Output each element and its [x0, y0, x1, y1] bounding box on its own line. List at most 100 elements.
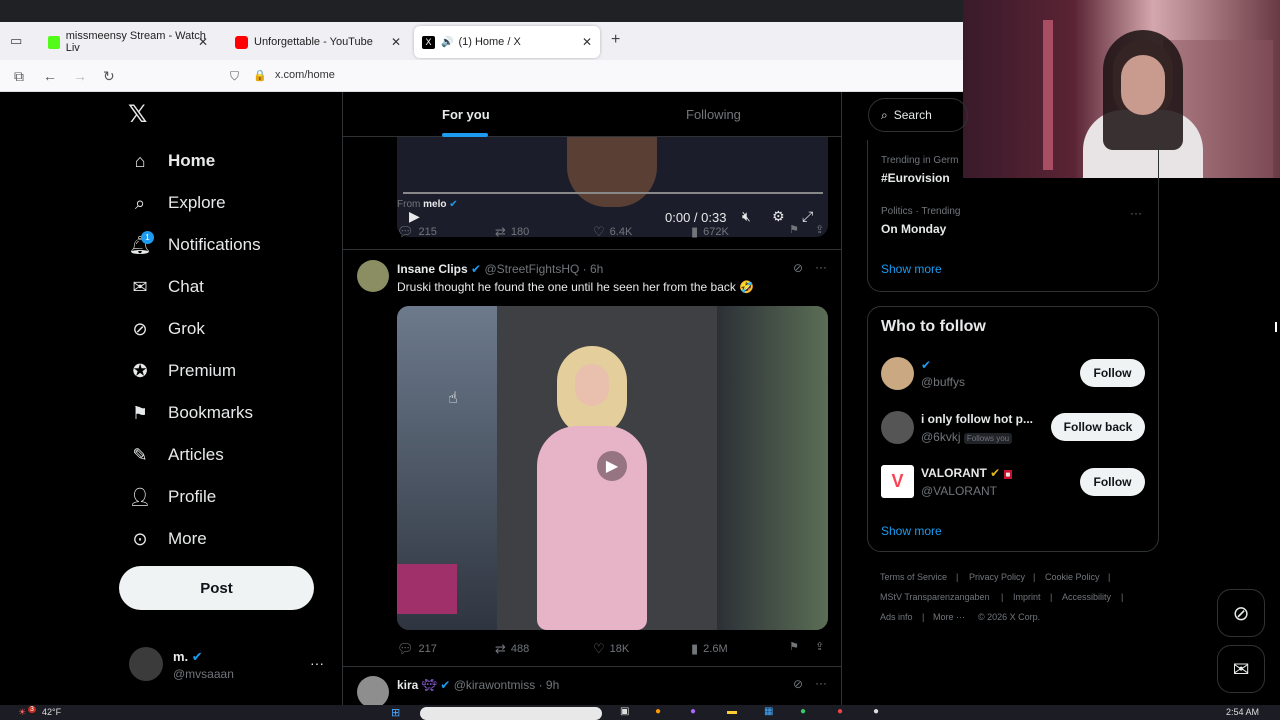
account-handle[interactable]: @6kvkj — [921, 430, 961, 444]
grok-icon[interactable]: ⊘ — [793, 261, 803, 275]
share-icon[interactable]: ⇪ — [815, 640, 824, 653]
shield-icon[interactable]: ⛉ — [230, 69, 239, 84]
settings-icon[interactable]: ⚙ — [772, 208, 785, 225]
post-menu-icon[interactable]: ··· — [815, 676, 827, 690]
avatar[interactable] — [881, 411, 914, 444]
sidebar-item-chat[interactable]: ✉ Chat — [128, 267, 203, 307]
avatar[interactable] — [129, 647, 163, 681]
messages-icon[interactable]: ✉ — [1217, 645, 1265, 693]
reply-button[interactable]: 💬︎ 217 — [397, 641, 437, 657]
sidebar-item-articles[interactable]: ✎ Articles — [128, 435, 223, 475]
post-button[interactable]: Post — [119, 566, 314, 610]
trend-menu-icon[interactable]: ··· — [1130, 206, 1142, 220]
author-name[interactable]: Insane Clips — [397, 262, 468, 276]
account-handle[interactable]: @buffys — [921, 375, 965, 389]
valorant-logo-icon[interactable]: V — [881, 465, 914, 498]
play-icon[interactable]: ▶ — [597, 451, 627, 481]
show-more-link[interactable]: Show more — [881, 262, 942, 276]
sidebar-toggle-icon[interactable]: ⧉ — [14, 68, 24, 85]
like-button[interactable]: ♡ 6.4K — [593, 224, 632, 240]
tab-for-you[interactable]: For you — [442, 107, 490, 122]
follow-button[interactable]: Follow — [1080, 359, 1145, 387]
discord-icon[interactable]: ● — [690, 706, 696, 717]
footer-link[interactable]: Ads info — [880, 612, 913, 622]
x-logo-icon[interactable]: 𝕏 — [128, 100, 147, 129]
post-age[interactable]: · 9h — [539, 678, 560, 692]
fullscreen-icon[interactable]: ⤢ — [802, 208, 813, 225]
views-button[interactable]: ▮ 2.6M — [691, 641, 728, 657]
author-handle[interactable]: @StreetFightsHQ — [484, 262, 579, 276]
trend-title[interactable]: On Monday — [881, 222, 946, 236]
footer-link[interactable]: Imprint — [1013, 592, 1041, 602]
tab-youtube[interactable]: Unforgettable - YouTube ✕ — [227, 26, 409, 58]
scrollbar-thumb[interactable] — [1275, 322, 1277, 332]
bookmark-icon[interactable]: ⚑ — [789, 223, 799, 236]
source-name[interactable]: melo — [423, 199, 446, 210]
account-name[interactable]: VALORANT ✔ ■ — [921, 466, 1013, 480]
sidebar-item-bookmarks[interactable]: ⚑ Bookmarks — [128, 393, 253, 433]
taskbar-search[interactable] — [420, 707, 602, 720]
footer-link[interactable]: Privacy Policy — [969, 572, 1025, 582]
edge-icon[interactable]: ● — [800, 706, 806, 717]
forward-icon[interactable]: → — [73, 68, 87, 84]
sidebar-item-more[interactable]: ⊙ More — [128, 519, 206, 559]
account-name[interactable]: ✔ — [921, 358, 931, 372]
temperature[interactable]: 42°F — [42, 707, 61, 717]
sidebar-item-notifications[interactable]: 🔔︎ 1 Notifications — [128, 225, 261, 265]
volume-icon[interactable]: 🔇︎ — [742, 208, 751, 225]
footer-link[interactable]: Cookie Policy — [1045, 572, 1100, 582]
back-icon[interactable]: ← — [43, 68, 57, 84]
follow-button[interactable]: Follow — [1080, 468, 1145, 496]
share-icon[interactable]: ⇪ — [815, 223, 824, 236]
repost-button[interactable]: ⇄ 180 — [495, 224, 529, 240]
bookmark-icon[interactable]: ⚑ — [789, 640, 799, 653]
folder-icon[interactable]: ▬ — [727, 706, 737, 717]
sidebar-item-premium[interactable]: ✪ Premium — [128, 351, 236, 391]
post-menu-icon[interactable]: ··· — [815, 260, 827, 274]
tab-kick[interactable]: missmeensy Stream - Watch Liv ✕ — [40, 26, 216, 58]
close-icon[interactable]: ✕ — [391, 35, 401, 49]
obs-icon[interactable]: ● — [873, 706, 879, 717]
footer-more-link[interactable]: More ··· — [933, 612, 965, 622]
repost-button[interactable]: ⇄ 488 — [495, 641, 529, 657]
account-menu-icon[interactable]: ··· — [310, 655, 324, 671]
task-view-icon[interactable]: ▣ — [620, 706, 629, 717]
close-icon[interactable]: ✕ — [198, 35, 208, 49]
search-input[interactable]: ⌕ Search — [868, 98, 968, 132]
firefox-icon[interactable]: ● — [655, 706, 661, 717]
grok-icon[interactable]: ⊘ — [1217, 589, 1265, 637]
footer-link[interactable]: MStV Transparenzangaben — [880, 592, 990, 602]
show-more-link[interactable]: Show more — [881, 524, 942, 538]
follow-back-button[interactable]: Follow back — [1051, 413, 1145, 441]
sidebar-item-explore[interactable]: ⌕ Explore — [128, 183, 226, 223]
play-icon[interactable]: ▶ — [409, 208, 420, 225]
post-age[interactable]: · 6h — [583, 262, 604, 276]
video-player[interactable]: ▶ — [397, 306, 828, 630]
grok-icon[interactable]: ⊘ — [793, 677, 803, 691]
avatar[interactable] — [357, 676, 389, 708]
close-icon[interactable]: ✕ — [582, 35, 592, 49]
account-handle[interactable]: @VALORANT — [921, 484, 997, 498]
tab-x-home[interactable]: X 🔊 (1) Home / X ✕ — [414, 26, 600, 58]
views-button[interactable]: ▮ 672K — [691, 224, 729, 240]
author-name[interactable]: kira — [397, 678, 418, 692]
avatar[interactable] — [881, 357, 914, 390]
windows-start-icon[interactable]: ⊞ — [391, 706, 400, 719]
sidebar-item-grok[interactable]: ⊘ Grok — [128, 309, 204, 349]
like-button[interactable]: ♡ 18K — [593, 641, 629, 657]
reload-icon[interactable]: ↻ — [103, 68, 115, 85]
reply-button[interactable]: 💬︎ 215 — [397, 224, 437, 240]
tab-list-icon[interactable]: ▭ — [10, 33, 22, 49]
author-handle[interactable]: @kirawontmiss — [454, 678, 536, 692]
avatar[interactable] — [357, 260, 389, 292]
new-tab-icon[interactable]: + — [611, 31, 620, 49]
video-player[interactable]: ▶ 0:00 / 0:33 🔇︎ ⚙ ⤢ — [397, 137, 828, 237]
sidebar-item-home[interactable]: ⌂ Home — [128, 141, 216, 181]
url-field[interactable]: x.com/home — [275, 69, 335, 81]
tab-following[interactable]: Following — [686, 107, 741, 122]
clock[interactable]: 2:54 AM — [1226, 707, 1259, 717]
store-icon[interactable]: ▦ — [764, 706, 773, 717]
footer-link[interactable]: Terms of Service — [880, 572, 947, 582]
sidebar-item-profile[interactable]: 👤︎ Profile — [128, 477, 217, 517]
lock-icon[interactable]: 🔒 — [253, 69, 267, 82]
